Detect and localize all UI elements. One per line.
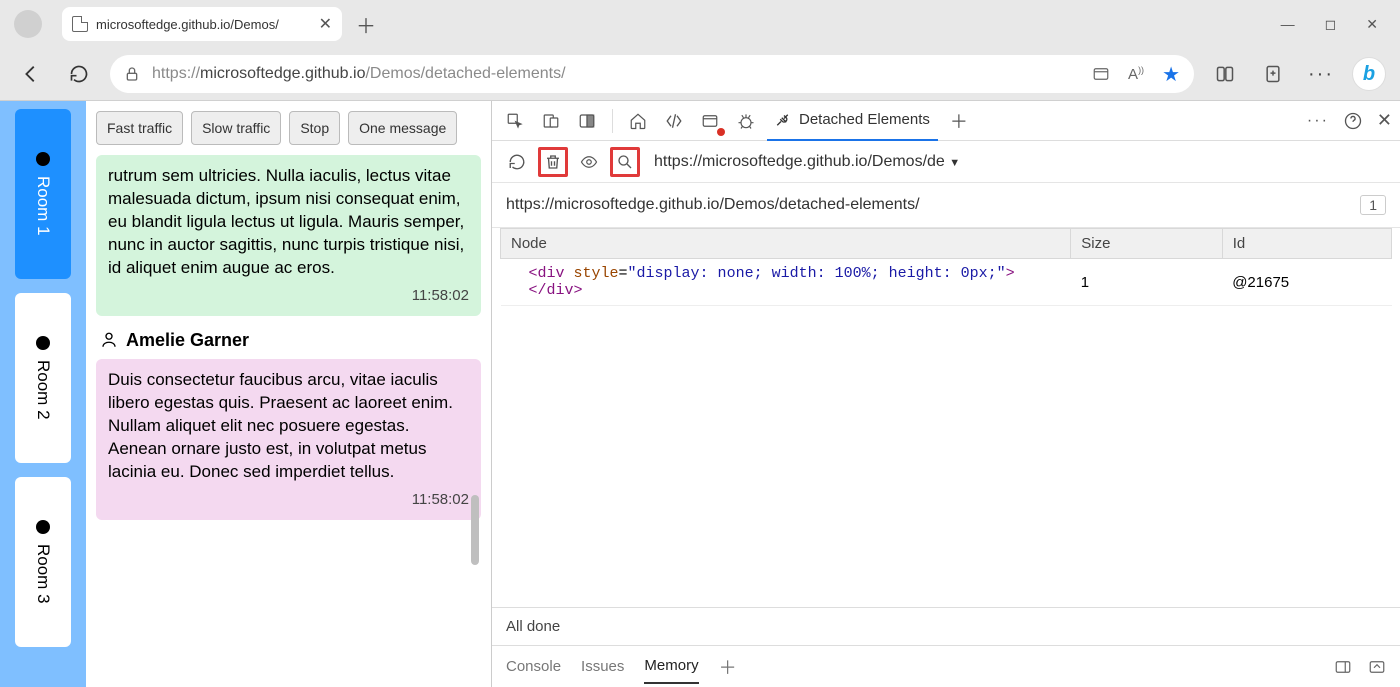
person-icon: [100, 331, 118, 349]
detached-elements-tab[interactable]: Detached Elements: [767, 101, 938, 141]
minimize-icon[interactable]: —: [1281, 16, 1295, 33]
chat-pane: Fast traffic Slow traffic Stop One messa…: [86, 101, 491, 687]
split-screen-icon[interactable]: [1208, 57, 1242, 91]
issues-drawer-tab[interactable]: Issues: [581, 658, 624, 675]
unplug-icon: [775, 111, 793, 129]
memory-drawer-tab[interactable]: Memory: [644, 657, 698, 684]
expand-drawer-icon[interactable]: [1368, 658, 1386, 676]
inspect-element-icon[interactable]: [500, 106, 530, 136]
sender-name: Amelie Garner: [126, 330, 249, 351]
fast-traffic-button[interactable]: Fast traffic: [96, 111, 183, 145]
status-dot-icon: [36, 336, 50, 350]
browser-titlebar: microsoftedge.github.io/Demos/ ✕ ＋ — ◻ ✕: [0, 0, 1400, 48]
eye-icon[interactable]: [574, 147, 604, 177]
room-label: Room 3: [33, 544, 53, 604]
element-count-badge: 1: [1360, 195, 1386, 215]
dock-side-icon[interactable]: [1334, 658, 1352, 676]
refresh-button[interactable]: [62, 57, 96, 91]
message-time: 11:58:02: [108, 490, 469, 510]
close-devtools-icon[interactable]: ✕: [1377, 110, 1392, 131]
favorite-icon[interactable]: ★: [1162, 62, 1180, 87]
room-label: Room 2: [33, 360, 53, 420]
traffic-controls: Fast traffic Slow traffic Stop One messa…: [96, 111, 481, 145]
collect-garbage-icon[interactable]: [538, 147, 568, 177]
status-text: All done: [492, 607, 1400, 645]
console-drawer-tab[interactable]: Console: [506, 658, 561, 675]
profile-avatar[interactable]: [14, 10, 42, 38]
more-menu-icon[interactable]: ···: [1304, 57, 1338, 91]
tab-label: Detached Elements: [799, 111, 930, 128]
node-cell: <div style="display: none; width: 100%; …: [501, 259, 1071, 306]
detached-elements-table: Node Size Id <div style="display: none; …: [500, 228, 1392, 306]
analyze-icon[interactable]: [610, 147, 640, 177]
address-bar[interactable]: https://microsoftedge.github.io/Demos/de…: [110, 55, 1194, 93]
scrollbar-thumb[interactable]: [471, 495, 479, 565]
table-row[interactable]: <div style="display: none; width: 100%; …: [501, 259, 1392, 306]
device-toolbar-icon[interactable]: [536, 106, 566, 136]
status-dot-icon: [36, 152, 50, 166]
url-text: https://microsoftedge.github.io/Demos/de…: [152, 65, 566, 83]
close-window-icon[interactable]: ✕: [1366, 16, 1378, 33]
sources-tab-icon[interactable]: [731, 106, 761, 136]
frame-selector[interactable]: https://microsoftedge.github.io/Demos/de…: [646, 153, 960, 171]
refresh-detached-icon[interactable]: [502, 147, 532, 177]
room-2-tab[interactable]: Room 2: [15, 293, 71, 463]
chat-message: rutrum sem ultricies. Nulla iaculis, lec…: [96, 155, 481, 316]
maximize-icon[interactable]: ◻: [1325, 16, 1337, 33]
tab-title: microsoftedge.github.io/Demos/: [96, 17, 311, 32]
message-time: 11:58:02: [108, 286, 469, 306]
size-cell: 1: [1071, 259, 1222, 306]
col-id[interactable]: Id: [1222, 229, 1391, 259]
chat-message: Duis consectetur faucibus arcu, vitae ia…: [96, 359, 481, 520]
col-size[interactable]: Size: [1071, 229, 1222, 259]
devtools-drawer: Console Issues Memory ＋: [492, 645, 1400, 687]
browser-toolbar: https://microsoftedge.github.io/Demos/de…: [0, 48, 1400, 100]
message-text: Duis consectetur faucibus arcu, vitae ia…: [108, 370, 453, 481]
add-tab-button[interactable]: ＋: [944, 106, 974, 136]
new-tab-button[interactable]: ＋: [356, 10, 376, 39]
status-dot-icon: [36, 520, 50, 534]
message-text: rutrum sem ultricies. Nulla iaculis, lec…: [108, 166, 464, 277]
elements-tab-icon[interactable]: [659, 106, 689, 136]
demo-app: Room 1 Room 2 Room 3 Fast traffic Slow t…: [0, 101, 492, 687]
room-list: Room 1 Room 2 Room 3: [0, 101, 86, 687]
add-drawer-tab-icon[interactable]: ＋: [719, 654, 737, 680]
frame-url-text: https://microsoftedge.github.io/Demos/de…: [506, 196, 920, 214]
devtools-tabstrip: Detached Elements ＋ ··· ✕: [492, 101, 1400, 141]
lock-icon: [124, 66, 140, 82]
welcome-tab-icon[interactable]: [623, 106, 653, 136]
message-sender: Amelie Garner: [100, 330, 481, 351]
app-icon[interactable]: [1092, 65, 1110, 83]
collections-icon[interactable]: [1256, 57, 1290, 91]
help-icon[interactable]: [1343, 111, 1363, 131]
id-cell: @21675: [1222, 259, 1391, 306]
room-1-tab[interactable]: Room 1: [15, 109, 71, 279]
message-list[interactable]: rutrum sem ultricies. Nulla iaculis, lec…: [96, 155, 481, 687]
back-button[interactable]: [14, 57, 48, 91]
col-node[interactable]: Node: [501, 229, 1071, 259]
slow-traffic-button[interactable]: Slow traffic: [191, 111, 281, 145]
browser-tab[interactable]: microsoftedge.github.io/Demos/ ✕: [62, 7, 342, 41]
room-3-tab[interactable]: Room 3: [15, 477, 71, 647]
read-aloud-icon[interactable]: A)): [1128, 65, 1144, 83]
stop-button[interactable]: Stop: [289, 111, 340, 145]
devtools-panel: Detached Elements ＋ ··· ✕ http: [492, 101, 1400, 687]
room-label: Room 1: [33, 176, 53, 236]
devtools-more-icon[interactable]: ···: [1307, 112, 1329, 130]
frame-header: https://microsoftedge.github.io/Demos/de…: [492, 183, 1400, 228]
network-tab-icon[interactable]: [695, 106, 725, 136]
one-message-button[interactable]: One message: [348, 111, 457, 145]
panel-layout-icon[interactable]: [572, 106, 602, 136]
page-icon: [72, 16, 88, 32]
bing-button[interactable]: b: [1352, 57, 1386, 91]
window-controls: — ◻ ✕: [1281, 16, 1392, 33]
close-tab-icon[interactable]: ✕: [319, 14, 332, 34]
detached-toolbar: https://microsoftedge.github.io/Demos/de…: [492, 141, 1400, 183]
